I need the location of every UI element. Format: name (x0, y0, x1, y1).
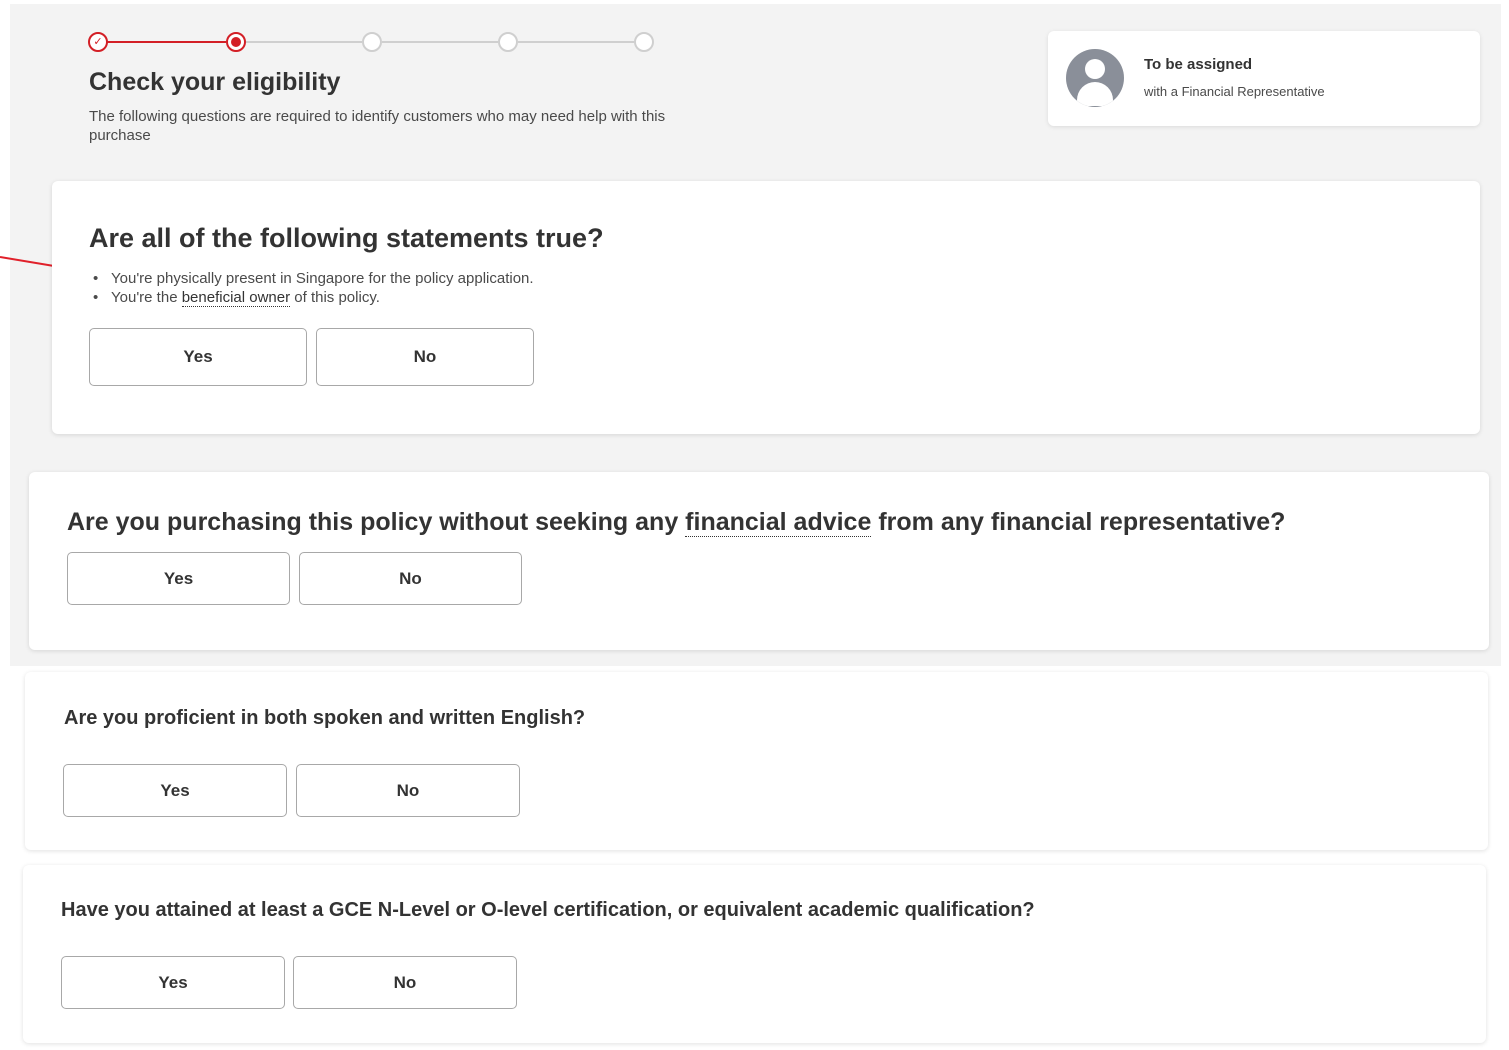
statement-item: You're the beneficial owner of this poli… (89, 288, 534, 307)
question-title: Are all of the following statements true… (89, 223, 604, 253)
user-avatar-icon (1066, 49, 1124, 107)
no-button[interactable]: No (296, 764, 520, 817)
step-connector-3 (382, 41, 498, 43)
yes-button[interactable]: Yes (67, 552, 290, 605)
financial-representative-card: To be assigned with a Financial Represen… (1048, 31, 1480, 126)
check-icon: ✓ (93, 35, 103, 48)
agent-name: To be assigned (1144, 56, 1253, 73)
step-3[interactable] (362, 32, 382, 52)
question-title: Are you purchasing this policy without s… (67, 508, 1286, 537)
step-connector-1 (106, 41, 226, 43)
step-connector-2 (246, 41, 362, 43)
page-title: Check your eligibility (89, 68, 341, 96)
step-2-active[interactable] (226, 32, 246, 52)
page-subtitle: The following questions are required to … (89, 108, 666, 144)
step-4[interactable] (498, 32, 518, 52)
no-button[interactable]: No (293, 956, 517, 1009)
statement-list: You're physically present in Singapore f… (89, 269, 534, 307)
yes-button[interactable]: Yes (89, 328, 307, 386)
no-button[interactable]: No (316, 328, 534, 386)
question-card-financial-advice: Are you purchasing this policy without s… (29, 472, 1489, 650)
beneficial-owner-tooltip-link[interactable]: beneficial owner (181, 289, 291, 307)
step-1-completed[interactable]: ✓ (88, 32, 108, 52)
statement-item: You're physically present in Singapore f… (89, 269, 534, 288)
step-connector-4 (518, 41, 634, 43)
yes-button[interactable]: Yes (61, 956, 285, 1009)
financial-advice-tooltip-link[interactable]: financial advice (685, 508, 872, 537)
question-card-eligibility-statements: Are all of the following statements true… (52, 181, 1480, 434)
progress-stepper: ✓ (88, 31, 658, 53)
question-title: Have you attained at least a GCE N-Level… (61, 899, 1035, 921)
no-button[interactable]: No (299, 552, 522, 605)
step-5[interactable] (634, 32, 654, 52)
question-card-english-proficiency: Are you proficient in both spoken and wr… (25, 672, 1488, 850)
question-title: Are you proficient in both spoken and wr… (64, 707, 586, 729)
question-card-education: Have you attained at least a GCE N-Level… (23, 865, 1486, 1043)
agent-subtitle: with a Financial Representative (1144, 84, 1325, 99)
yes-button[interactable]: Yes (63, 764, 287, 817)
